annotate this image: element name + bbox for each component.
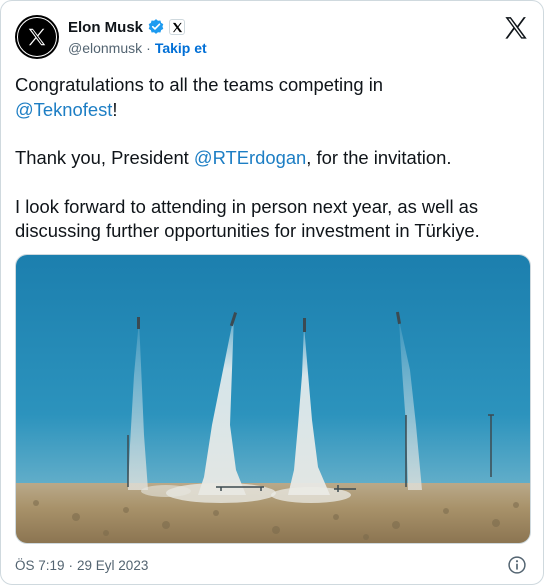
rocket-launch-image	[16, 255, 530, 543]
tweet-paragraph-3: I look forward to attending in person ne…	[15, 195, 535, 244]
tweet-text-2-suffix: , for the invitation.	[306, 147, 452, 168]
info-icon[interactable]	[507, 555, 527, 575]
x-affiliation-icon	[172, 22, 182, 32]
tweet-text-1-suffix: !	[112, 98, 118, 120]
tweet-text-2-prefix: Thank you, President	[15, 147, 194, 168]
mention-rterdogan[interactable]: @RTErdogan	[194, 147, 306, 168]
tweet-body: Congratulations to all the teams competi…	[15, 73, 535, 268]
tweet-card: Elon Musk @elonmusk · Takip et Congratul…	[0, 0, 544, 585]
x-brand-icon[interactable]	[503, 15, 529, 41]
name-row: Elon Musk	[68, 17, 207, 37]
verified-badge-icon[interactable]	[147, 18, 165, 36]
footer-separator: ·	[68, 557, 74, 573]
display-name[interactable]: Elon Musk	[68, 19, 143, 36]
tweet-time[interactable]: ÖS 7:19	[15, 558, 65, 573]
tweet-paragraph-1: Congratulations to all the teams competi…	[15, 73, 535, 122]
tweet-date[interactable]: 29 Eyl 2023	[77, 558, 148, 573]
tweet-paragraph-2: Thank you, President @RTErdogan, for the…	[15, 146, 535, 171]
handle[interactable]: @elonmusk	[68, 40, 142, 56]
handle-row: @elonmusk · Takip et	[68, 38, 207, 58]
separator-dot: ·	[146, 40, 151, 56]
tweet-text-1: Congratulations to all the teams competi…	[15, 74, 384, 95]
follow-button[interactable]: Takip et	[155, 40, 207, 56]
avatar-ring	[17, 17, 57, 57]
author-info: Elon Musk @elonmusk · Takip et	[68, 17, 207, 58]
avatar[interactable]	[15, 15, 59, 59]
tweet-media-photo[interactable]	[15, 254, 531, 544]
tweet-header: Elon Musk @elonmusk · Takip et	[15, 15, 529, 59]
tweet-footer: ÖS 7:19 · 29 Eyl 2023	[15, 554, 529, 576]
tweet-text-3: I look forward to attending in person ne…	[15, 195, 480, 242]
affiliation-badge[interactable]	[169, 19, 186, 35]
mention-teknofest[interactable]: @Teknofest	[15, 99, 112, 120]
